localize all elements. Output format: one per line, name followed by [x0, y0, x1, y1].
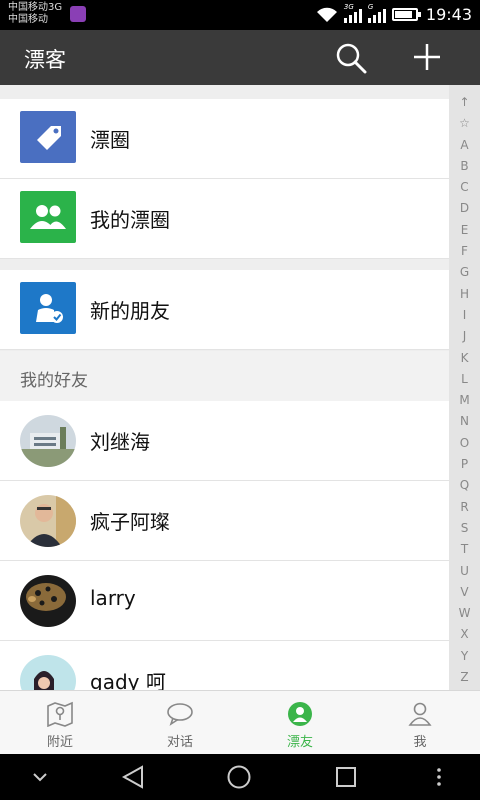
index-letter[interactable]: L [461, 369, 468, 390]
index-letter[interactable]: V [460, 582, 468, 603]
signal-icon-2: G [367, 3, 386, 23]
system-nav-bar [0, 754, 480, 800]
friend-name: gady 呵 [90, 670, 166, 690]
index-letter[interactable]: I [463, 305, 467, 326]
tab-label: 对话 [166, 735, 193, 750]
index-letter[interactable]: A [460, 135, 468, 156]
friend-name: 刘继海 [90, 430, 150, 454]
list-item-label: 我的漂圈 [90, 208, 170, 232]
avatar [20, 495, 76, 547]
friend-row[interactable]: gady 呵 [0, 641, 449, 690]
page-title: 漂客 [24, 48, 66, 72]
map-icon [47, 701, 73, 727]
contacts-icon [288, 702, 312, 726]
index-letter[interactable]: K [461, 348, 469, 369]
tab-label: 漂友 [286, 735, 313, 750]
status-bar: 中国移动3G 中国移动 3G G 19:43 [0, 0, 480, 30]
section-label: 我的好友 [20, 371, 88, 391]
avatar [20, 655, 76, 690]
alphabet-index[interactable]: ↑ ☆ A B C D E F G H I J K L M N O P Q R S T U V W X Y Z [449, 85, 480, 690]
index-letter[interactable]: H [460, 284, 469, 305]
list-item-piaoquan[interactable]: 漂圈 [0, 99, 449, 179]
bottom-tab-bar: 附近 对话 漂友 我 [0, 690, 480, 754]
avatar [20, 575, 76, 627]
status-indicators: 3G G 19:43 [316, 3, 472, 24]
friend-name: 疯子阿璨 [90, 510, 170, 534]
tab-label: 附近 [46, 735, 73, 750]
chat-icon [167, 703, 193, 726]
tab-me[interactable]: 我 [360, 691, 480, 754]
index-letter[interactable]: O [460, 433, 469, 454]
tag-icon [20, 111, 76, 163]
wifi-icon [316, 7, 337, 22]
tab-chat[interactable]: 对话 [120, 691, 240, 754]
app-bar: 漂客 [0, 30, 480, 85]
chevron-down-icon[interactable] [30, 765, 50, 789]
index-letter[interactable]: Q [460, 475, 469, 496]
network-type-1: 3G [343, 2, 354, 11]
index-letter[interactable]: N [460, 411, 469, 432]
index-letter[interactable]: X [460, 624, 468, 645]
carrier-line-1: 中国移动3G [8, 2, 63, 13]
more-icon[interactable] [432, 765, 446, 789]
list-item-my-piaoquan[interactable]: 我的漂圈 [0, 179, 449, 259]
back-icon[interactable] [120, 765, 146, 789]
recents-icon[interactable] [334, 765, 358, 789]
index-letter[interactable]: E [461, 220, 469, 241]
list-item-label: 新的朋友 [90, 299, 170, 323]
index-letter[interactable]: S [461, 518, 469, 539]
list-item-label: 漂圈 [90, 128, 130, 152]
index-letter[interactable]: F [461, 241, 468, 262]
home-icon[interactable] [226, 765, 252, 789]
notification-app-icon [70, 6, 86, 22]
index-letter[interactable]: C [460, 177, 468, 198]
tab-nearby[interactable]: 附近 [0, 691, 120, 754]
clock: 19:43 [425, 5, 472, 24]
index-letter[interactable]: W [459, 603, 471, 624]
index-letter[interactable]: U [460, 561, 469, 582]
network-type-2: G [367, 2, 374, 11]
plus-icon[interactable] [410, 40, 444, 74]
friend-name: larry [90, 586, 136, 610]
tab-label: 我 [413, 735, 427, 750]
index-letter[interactable]: D [460, 198, 469, 219]
friend-row[interactable]: larry [0, 561, 449, 641]
index-letter[interactable]: M [459, 390, 469, 411]
friend-row[interactable]: 刘继海 [0, 401, 449, 481]
person-icon [408, 702, 432, 726]
add-friend-icon [20, 282, 76, 334]
index-letter[interactable]: ↑ [459, 92, 469, 113]
index-letter[interactable]: B [460, 156, 468, 177]
search-icon[interactable] [334, 42, 368, 74]
section-header-friends: 我的好友 [0, 351, 449, 401]
signal-icon-1: 3G [343, 3, 362, 23]
list-item-new-friends[interactable]: 新的朋友 [0, 270, 449, 350]
index-letter[interactable]: G [460, 262, 469, 283]
friend-row[interactable]: 疯子阿璨 [0, 481, 449, 561]
contacts-list: 漂圈 我的漂圈 新的朋友 我的好友 刘继海 疯子阿璨 larry gady 呵 … [0, 85, 480, 690]
index-letter[interactable]: R [460, 497, 468, 518]
index-letter[interactable]: J [463, 326, 467, 347]
tab-contacts[interactable]: 漂友 [240, 691, 360, 754]
carrier-info: 中国移动3G 中国移动 [8, 2, 62, 26]
battery-icon [391, 8, 421, 21]
people-icon [20, 191, 76, 243]
index-letter[interactable]: Z [460, 667, 468, 688]
avatar [20, 415, 76, 467]
index-letter[interactable]: ☆ [459, 113, 470, 134]
index-letter[interactable]: P [461, 454, 468, 475]
index-letter[interactable]: Y [461, 646, 468, 667]
carrier-line-2: 中国移动 [8, 14, 48, 25]
index-letter[interactable]: T [461, 539, 468, 560]
